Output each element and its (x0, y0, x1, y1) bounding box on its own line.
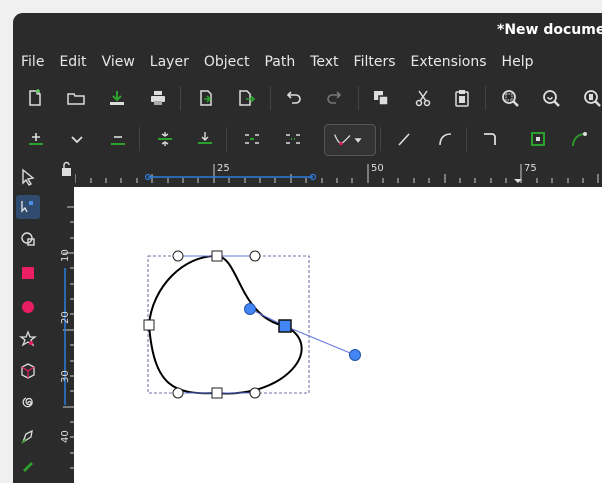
toolbar-separator (466, 127, 467, 151)
node-tool-icon[interactable] (16, 195, 40, 219)
commands-toolbar (13, 81, 602, 115)
menu-text[interactable]: Text (302, 54, 345, 70)
curve-handle[interactable] (172, 250, 184, 262)
curve-handle[interactable] (249, 250, 261, 262)
new-document-icon[interactable] (22, 85, 48, 111)
horizontal-ruler[interactable]: 25 50 75 (74, 160, 602, 183)
cut-icon[interactable] (410, 85, 436, 111)
star-tool-icon[interactable] (16, 327, 40, 351)
menu-edit[interactable]: Edit (51, 54, 93, 70)
v-ruler-label: 30 (60, 370, 71, 383)
zoom-page-icon[interactable] (579, 85, 602, 111)
toolbar-separator (358, 86, 359, 110)
show-bbox-icon[interactable] (525, 126, 551, 152)
menu-extensions[interactable]: Extensions (403, 54, 494, 70)
menu-view[interactable]: View (94, 54, 142, 70)
pen-tool-icon[interactable] (16, 425, 40, 449)
selected-node-handle[interactable] (244, 303, 256, 315)
break-path-icon[interactable] (192, 126, 218, 152)
delete-node-chevron-icon[interactable] (64, 126, 90, 152)
show-handles-icon[interactable] (566, 126, 592, 152)
v-ruler-label: 40 (60, 430, 71, 443)
make-cusp-icon[interactable] (477, 126, 503, 152)
menu-object[interactable]: Object (196, 54, 257, 70)
menu-layer[interactable]: Layer (142, 54, 196, 70)
menubar: File Edit View Layer Object Path Text Fi… (13, 49, 602, 75)
print-icon[interactable] (145, 85, 171, 111)
join-segment-icon[interactable] (239, 126, 265, 152)
tweak-tool-icon[interactable] (16, 227, 40, 251)
make-curve-icon[interactable] (432, 126, 458, 152)
delete-segment-icon[interactable] (280, 126, 306, 152)
titlebar: *New documen (13, 13, 602, 49)
node-type-dropdown-icon[interactable] (324, 124, 376, 156)
spiral-tool-icon[interactable] (16, 391, 40, 415)
v-ruler-label: 10 (60, 249, 71, 262)
toolbar-separator (485, 86, 486, 110)
tool-controls-toolbar (13, 121, 602, 157)
h-ruler-label: 25 (217, 163, 230, 174)
import-icon[interactable] (193, 85, 219, 111)
3d-box-tool-icon[interactable] (16, 359, 40, 383)
calligraphy-tool-icon[interactable] (16, 453, 40, 477)
menu-file[interactable]: File (13, 54, 51, 70)
selected-path-node[interactable] (278, 319, 292, 333)
menu-help[interactable]: Help (494, 54, 541, 70)
duplicate-icon[interactable] (368, 85, 394, 111)
toolbar-separator (226, 127, 227, 151)
path-node[interactable] (211, 387, 223, 399)
handle-lines (178, 255, 356, 394)
zoom-selection-icon[interactable] (497, 85, 523, 111)
redo-icon[interactable] (322, 85, 348, 111)
curve-handle[interactable] (172, 387, 184, 399)
toolbar-separator (180, 86, 181, 110)
vertical-ruler[interactable]: 10 20 30 40 (59, 183, 74, 483)
h-ruler-label: 50 (371, 163, 384, 174)
curve-handle[interactable] (249, 387, 261, 399)
drawing-canvas[interactable] (74, 187, 602, 483)
open-file-icon[interactable] (63, 85, 89, 111)
undo-icon[interactable] (280, 85, 306, 111)
toolbar-separator (139, 127, 140, 151)
remove-node-icon[interactable] (105, 126, 131, 152)
rectangle-tool-icon[interactable] (16, 261, 40, 285)
ellipse-tool-icon[interactable] (16, 295, 40, 319)
path-node[interactable] (143, 319, 155, 331)
toolbar-separator (380, 127, 381, 151)
window-title: *New documen (497, 22, 602, 38)
save-icon[interactable] (104, 85, 130, 111)
selected-node-handle[interactable] (349, 349, 361, 361)
make-line-icon[interactable] (391, 126, 417, 152)
app-window: *New documen File Edit View Layer Object… (13, 13, 602, 483)
join-nodes-icon[interactable] (152, 126, 178, 152)
drawing-layer (143, 250, 361, 399)
selector-tool-icon[interactable] (16, 165, 40, 189)
zoom-drawing-icon[interactable] (538, 85, 564, 111)
path-node[interactable] (211, 250, 223, 262)
h-ruler-label: 75 (524, 163, 537, 174)
insert-node-icon[interactable] (23, 126, 49, 152)
toolbar-separator (270, 86, 271, 110)
paste-icon[interactable] (449, 85, 475, 111)
v-ruler-label: 20 (60, 311, 71, 324)
toolbox (13, 161, 41, 483)
ruler-corner-lock[interactable] (59, 160, 75, 183)
menu-path[interactable]: Path (256, 54, 302, 70)
menu-filters[interactable]: Filters (346, 54, 403, 70)
export-icon[interactable] (233, 85, 259, 111)
